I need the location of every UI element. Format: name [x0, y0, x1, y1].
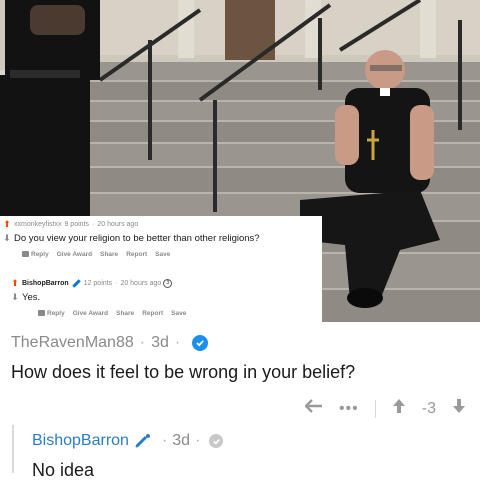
embedded-reddit-screenshot: ⬆ xxmonkeyfistxx 9 points · 20 hours ago…	[0, 216, 322, 322]
photo-image: ⬆ xxmonkeyfistxx 9 points · 20 hours ago…	[0, 0, 480, 322]
reply-body: Yes.	[22, 292, 41, 303]
comment-time: 20 hours ago	[97, 221, 139, 228]
downvote-icon[interactable]	[452, 398, 466, 419]
check-icon	[209, 434, 224, 448]
more-dots-icon[interactable]: •••	[339, 400, 359, 418]
reply-action[interactable]: Reply	[38, 310, 65, 317]
comment-body: Do you view your religion to be better t…	[14, 233, 260, 244]
report-action[interactable]: Report	[142, 310, 163, 317]
save-action[interactable]: Save	[171, 310, 186, 317]
give-award-action[interactable]: Give Award	[73, 310, 108, 317]
comment-header: TheRavenMan88 · 3d ·	[11, 334, 209, 352]
comment-score: -3	[421, 399, 436, 417]
share-action[interactable]: Share	[116, 310, 134, 317]
comment-actions: ••• -3	[304, 398, 466, 419]
reply-thread: BishopBarron · 3d · No idea	[12, 425, 480, 480]
reply-body: No idea	[32, 460, 95, 480]
comment-username[interactable]: xxmonkeyfistxx	[14, 221, 61, 228]
share-action[interactable]: Share	[100, 251, 118, 258]
award-icon: 3	[163, 279, 173, 288]
comment-thread: TheRavenMan88 · 3d · How does it feel to…	[0, 322, 480, 480]
upvote-icon[interactable]: ⬆	[0, 219, 14, 230]
report-action[interactable]: Report	[126, 251, 147, 258]
comment-age: 3d	[151, 334, 169, 351]
comment-actions: Reply Give Award Share Report Save	[22, 251, 170, 258]
give-award-action[interactable]: Give Award	[57, 251, 92, 258]
verified-check-icon	[192, 335, 209, 351]
comment-body: How does it feel to be wrong in your bel…	[11, 362, 356, 382]
mod-pencil-icon	[135, 434, 151, 448]
reply-age: 3d	[172, 432, 191, 449]
mod-pencil-icon	[71, 279, 81, 288]
upvote-icon[interactable]: ⬆	[8, 278, 22, 289]
comment-points: 9 points	[64, 221, 89, 228]
back-arrow-icon[interactable]	[304, 399, 323, 418]
downvote-icon[interactable]: ⬇	[0, 233, 14, 244]
comment-username[interactable]: TheRavenMan88	[11, 334, 134, 352]
reply-username[interactable]: BishopBarron	[22, 280, 69, 287]
reply-actions: Reply Give Award Share Report Save	[38, 310, 186, 317]
downvote-icon[interactable]: ⬇	[8, 292, 22, 303]
reply-points: 12 points	[83, 280, 113, 287]
reply-username[interactable]: BishopBarron	[32, 432, 129, 450]
upvote-icon[interactable]	[392, 398, 406, 419]
reply-icon	[22, 251, 29, 258]
reply-header: BishopBarron · 3d ·	[32, 432, 224, 450]
reply-action[interactable]: Reply	[22, 251, 49, 258]
reply-icon	[38, 310, 45, 317]
reply-time: 20 hours ago	[120, 280, 162, 287]
save-action[interactable]: Save	[155, 251, 170, 258]
